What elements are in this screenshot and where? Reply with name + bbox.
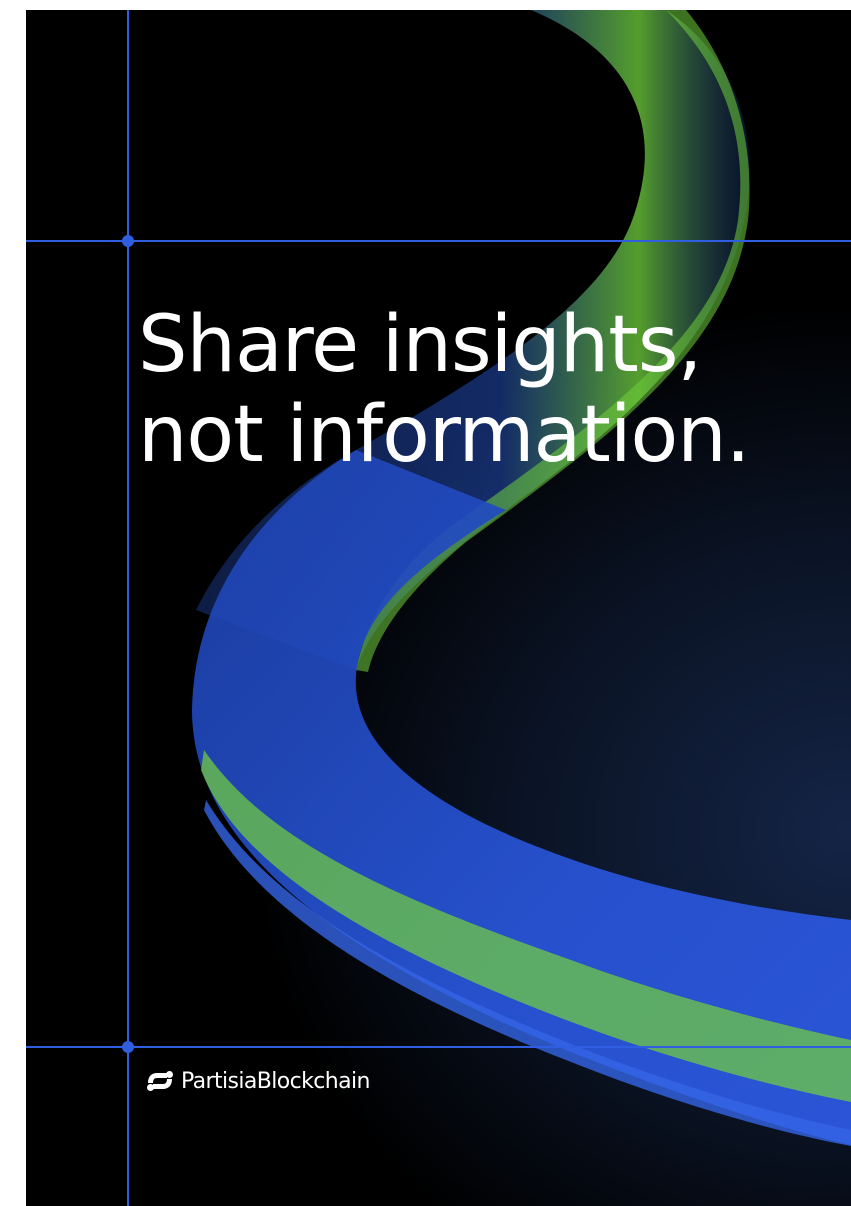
background-artwork	[26, 10, 851, 1206]
headline: Share insights, not information.	[138, 300, 751, 480]
headline-line-1: Share insights,	[138, 300, 702, 390]
brand-name: PartisiaBlockchain	[181, 1068, 370, 1094]
poster: Share insights, not information. Partisi…	[26, 10, 851, 1206]
partisia-logo-icon	[147, 1071, 173, 1091]
page: Share insights, not information. Partisi…	[0, 0, 851, 1206]
headline-line-2: not information.	[138, 390, 751, 480]
top-guide-dot	[122, 235, 134, 247]
bottom-guide-dot	[122, 1041, 134, 1053]
brand-logo: PartisiaBlockchain	[146, 1066, 370, 1096]
